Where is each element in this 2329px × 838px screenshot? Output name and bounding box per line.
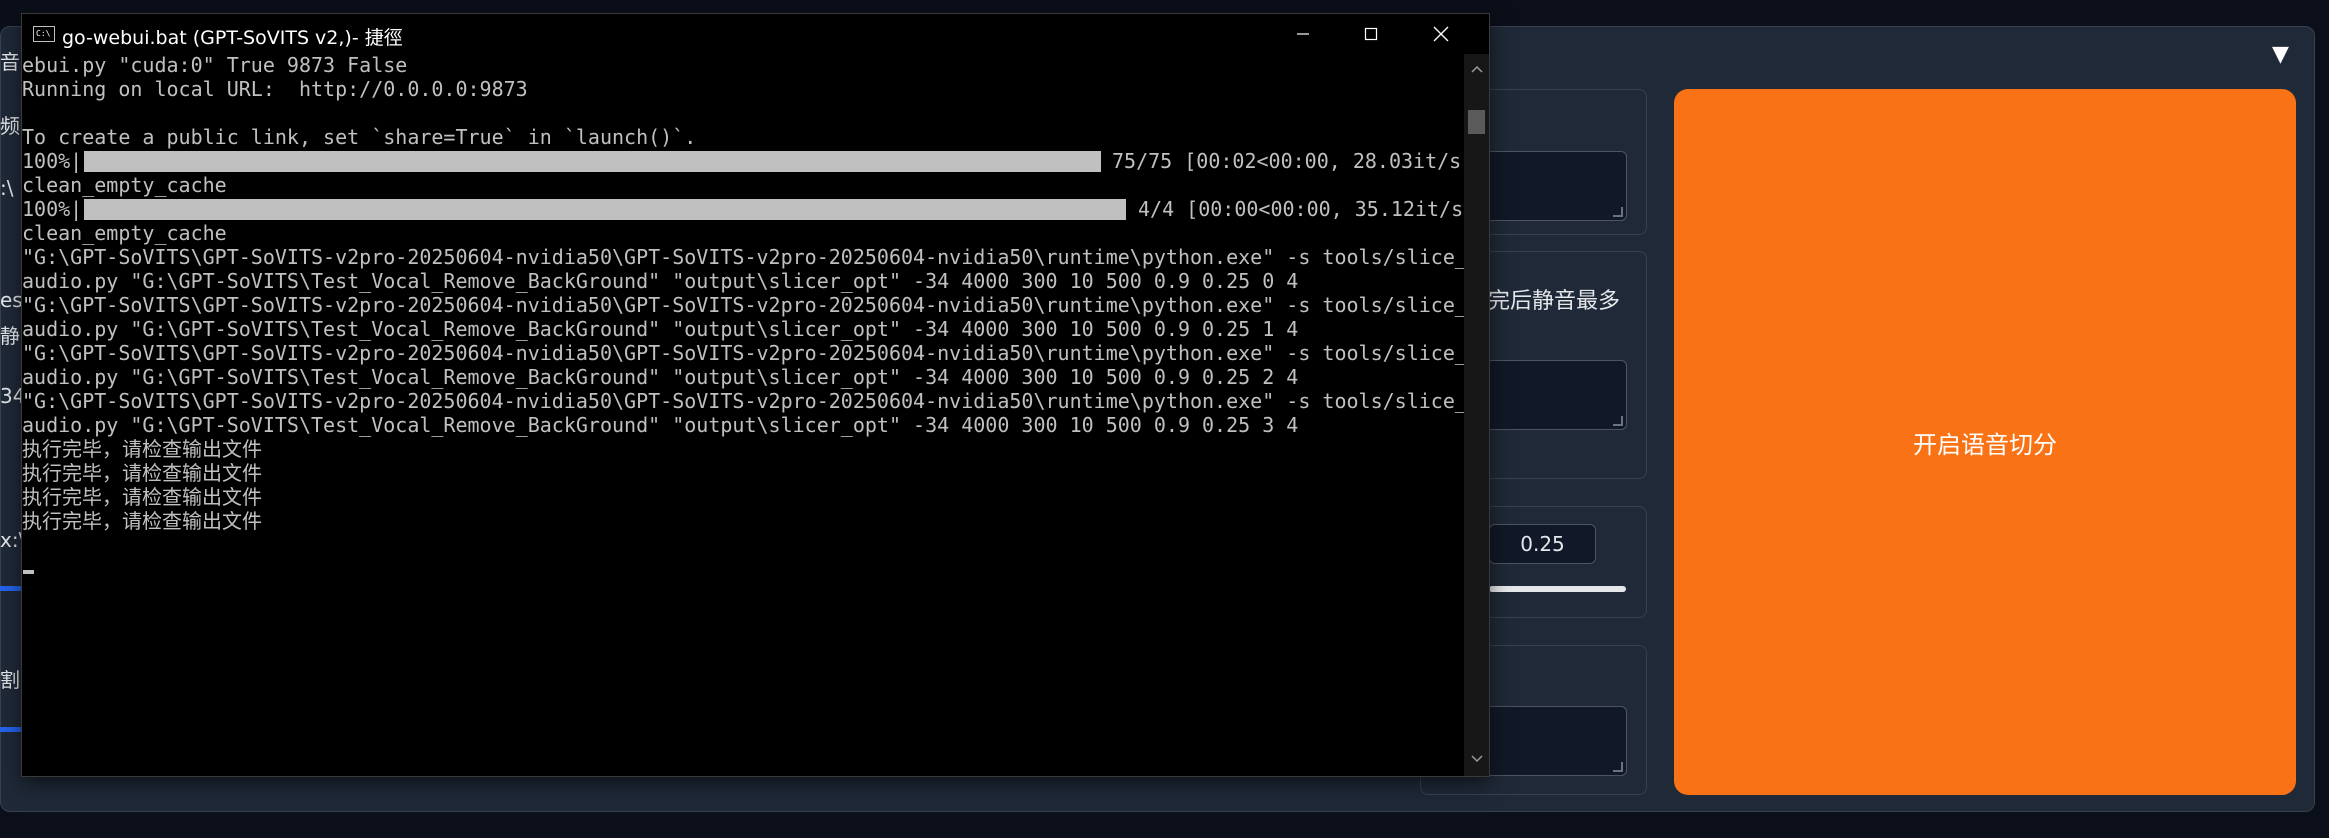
console-line: audio.py "G:\GPT-SoVITS\Test_Vocal_Remov… — [22, 317, 1299, 341]
console-line: To create a public link, set `share=True… — [22, 125, 697, 149]
left-fragment-5: 静 — [0, 324, 20, 348]
left-fragment-8: 割 — [0, 668, 20, 692]
console-line: 执行完毕，请检查输出文件 — [22, 437, 262, 461]
console-line: "G:\GPT-SoVITS\GPT-SoVITS-v2pro-20250604… — [22, 245, 1464, 269]
console-app-icon: C:\ — [33, 26, 55, 42]
console-line: ebui.py "cuda:0" True 9873 False — [22, 54, 408, 77]
console-output[interactable]: ebui.py "cuda:0" True 9873 False Running… — [22, 54, 1464, 776]
progress-bar-fill — [84, 199, 1126, 220]
scroll-thumb[interactable] — [1468, 110, 1485, 134]
console-line: audio.py "G:\GPT-SoVITS\Test_Vocal_Remov… — [22, 365, 1299, 389]
console-line: 执行完毕，请检查输出文件 — [22, 461, 262, 485]
progress-percent: 100%| — [22, 149, 83, 173]
left-fragment-1: 音 — [0, 50, 20, 74]
console-window-title: go-webui.bat (GPT-SoVITS v2,)- 捷徑 — [62, 27, 403, 49]
close-icon — [1433, 26, 1449, 42]
maximize-button[interactable] — [1337, 14, 1405, 54]
param-label-silence: 完后静音最多 — [1488, 289, 1621, 314]
scroll-down-icon — [1470, 755, 1483, 763]
progress-status: 75/75 [00:02<00:00, 28.03it/s] — [1112, 149, 1464, 173]
console-line: clean_empty_cache — [22, 221, 227, 245]
progress-bar-fill — [84, 151, 1101, 172]
scroll-up-icon — [1470, 65, 1483, 73]
console-line: 执行完毕，请检查输出文件 — [22, 509, 262, 533]
scroll-down-button[interactable] — [1464, 748, 1489, 770]
console-scrollbar[interactable] — [1464, 54, 1489, 776]
param-number-input[interactable]: 0.25 — [1489, 524, 1596, 564]
left-fragment-2: 频 — [0, 114, 20, 138]
console-line: Running on local URL: http://0.0.0.0:987… — [22, 77, 528, 101]
console-titlebar[interactable]: C:\ go-webui.bat (GPT-SoVITS v2,)- 捷徑 — [22, 14, 1489, 54]
console-line: audio.py "G:\GPT-SoVITS\Test_Vocal_Remov… — [22, 413, 1299, 437]
left-slider-track-1 — [0, 586, 24, 591]
console-line: "G:\GPT-SoVITS\GPT-SoVITS-v2pro-20250604… — [22, 341, 1464, 365]
param-slider[interactable] — [1489, 586, 1626, 592]
maximize-icon — [1364, 27, 1378, 41]
collapse-arrow-icon[interactable]: ▼ — [2272, 42, 2289, 67]
close-button[interactable] — [1407, 14, 1475, 54]
left-fragment-4: es — [0, 288, 23, 312]
console-line: "G:\GPT-SoVITS\GPT-SoVITS-v2pro-20250604… — [22, 293, 1464, 317]
console-line: clean_empty_cache — [22, 173, 227, 197]
console-window[interactable]: C:\ go-webui.bat (GPT-SoVITS v2,)- 捷徑 eb… — [22, 14, 1489, 776]
left-fragment-3: :\ — [0, 176, 14, 200]
console-line: "G:\GPT-SoVITS\GPT-SoVITS-v2pro-20250604… — [22, 389, 1464, 413]
progress-status: 4/4 [00:00<00:00, 35.12it/s] — [1138, 197, 1464, 221]
left-slider-track-2 — [0, 727, 24, 732]
minimize-button[interactable] — [1269, 14, 1337, 54]
scroll-up-button[interactable] — [1464, 58, 1489, 80]
minimize-icon — [1297, 33, 1309, 35]
console-cursor — [23, 570, 34, 574]
progress-percent: 100%| — [22, 197, 83, 221]
console-line: 执行完毕，请检查输出文件 — [22, 485, 262, 509]
console-line: audio.py "G:\GPT-SoVITS\Test_Vocal_Remov… — [22, 269, 1299, 293]
start-slicing-button[interactable]: 开启语音切分 — [1674, 89, 2296, 795]
